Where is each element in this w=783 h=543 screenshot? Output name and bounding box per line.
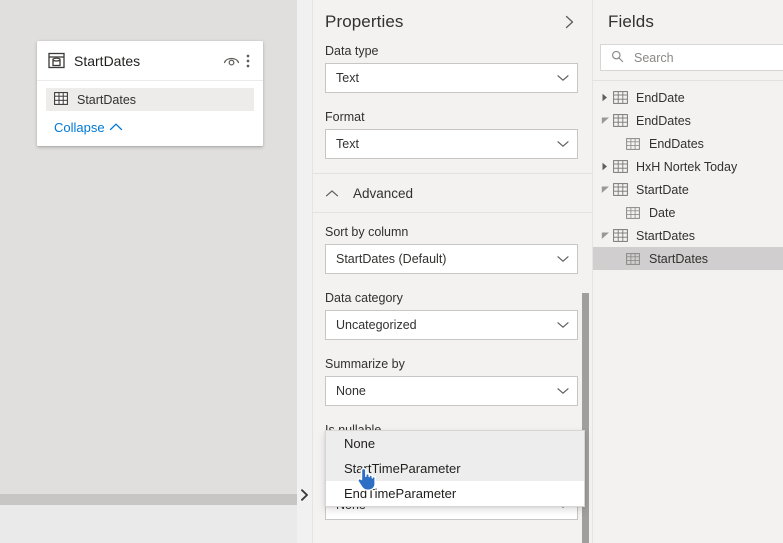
prop-label-data-type: Data type — [325, 44, 379, 58]
chevron-down-icon — [557, 321, 569, 329]
table-card-field-startdates[interactable]: StartDates — [46, 88, 254, 111]
prop-group-data-type: Data type Text — [313, 44, 592, 93]
table-card-field-label: StartDates — [77, 92, 137, 107]
table-card-body: StartDates Collapse — [37, 81, 263, 146]
search-placeholder: Search — [634, 50, 674, 65]
fields-pane: Fields Search EndDate EndDates EndDates … — [592, 0, 783, 543]
tree-row-label: Date — [649, 205, 676, 220]
model-canvas[interactable]: StartDates StartDates Collapse — [0, 0, 312, 543]
table-icon — [613, 183, 628, 196]
open-dropdown-list[interactable]: None StartTimeParameter EndTimeParameter — [325, 430, 585, 507]
search-input[interactable]: Search — [600, 44, 783, 71]
tree-row-label: HxH Nortek Today — [636, 159, 738, 174]
data-type-value: Text — [336, 71, 359, 85]
fields-search-wrap: Search — [593, 44, 783, 71]
tree-row-label: EndDates — [649, 136, 704, 151]
dropdown-option-endtimeparameter[interactable]: EndTimeParameter — [326, 481, 584, 506]
chevron-right-icon[interactable] — [560, 13, 578, 31]
chevron-down-icon[interactable] — [593, 185, 613, 194]
properties-title: Properties — [325, 12, 404, 31]
table-card-header: StartDates — [37, 41, 263, 81]
tree-row-label: StartDates — [649, 251, 709, 266]
table-icon — [613, 91, 628, 104]
more-options-icon[interactable] — [241, 51, 255, 71]
prop-group-sort-by-column: Sort by column StartDates (Default) — [313, 225, 592, 274]
grid-icon — [54, 91, 68, 108]
expand-pane-button[interactable] — [297, 487, 311, 503]
search-icon — [611, 50, 624, 66]
tree-row-label: EndDate — [636, 90, 685, 105]
hidden-eye-icon[interactable] — [221, 51, 241, 71]
prop-label-summarize-by: Summarize by — [325, 357, 405, 371]
tree-row-enddates[interactable]: EndDates — [593, 109, 783, 132]
table-icon — [613, 114, 628, 127]
table-card-title: StartDates — [74, 52, 141, 69]
chevron-down-icon[interactable] — [593, 231, 613, 240]
prop-group-summarize-by: Summarize by None — [313, 357, 592, 406]
chevron-right-icon[interactable] — [593, 162, 613, 171]
tree-row-enddate[interactable]: EndDate — [593, 86, 783, 109]
dropdown-option-none[interactable]: None — [326, 431, 584, 456]
collapse-label: Collapse — [54, 119, 105, 135]
prop-group-format: Format Text — [313, 110, 592, 159]
tree-row-enddates-column[interactable]: EndDates — [593, 132, 783, 155]
tree-row-startdates-column[interactable]: StartDates — [593, 247, 783, 270]
sort-by-column-dropdown[interactable]: StartDates (Default) — [325, 244, 578, 274]
dropdown-option-starttimeparameter[interactable]: StartTimeParameter — [326, 456, 584, 481]
format-dropdown[interactable]: Text — [325, 129, 578, 159]
prop-label-sort-by-column: Sort by column — [325, 225, 409, 239]
summarize-by-value: None — [336, 384, 366, 398]
fields-title: Fields — [608, 12, 654, 31]
column-icon — [626, 206, 640, 219]
properties-pane: Properties Data type Text Format Text Ad… — [312, 0, 592, 543]
table-icon — [613, 229, 628, 242]
tree-row-startdate[interactable]: StartDate — [593, 178, 783, 201]
advanced-label: Advanced — [353, 185, 414, 201]
table-card-startdates[interactable]: StartDates StartDates Collapse — [37, 41, 263, 146]
format-value: Text — [336, 137, 359, 151]
chevron-down-icon — [557, 74, 569, 82]
prop-label-format: Format — [325, 110, 365, 124]
chevron-down-icon — [557, 255, 569, 263]
fields-tree: EndDate EndDates EndDates HxH Nortek Tod… — [593, 81, 783, 270]
tree-row-date-column[interactable]: Date — [593, 201, 783, 224]
tree-row-hxh-nortek-today[interactable]: HxH Nortek Today — [593, 155, 783, 178]
chevron-down-icon — [557, 140, 569, 148]
tree-row-startdates[interactable]: StartDates — [593, 224, 783, 247]
chevron-down-icon[interactable] — [593, 116, 613, 125]
table-card-icon — [48, 52, 65, 69]
chevron-down-icon — [557, 387, 569, 395]
canvas-expand-column — [297, 0, 312, 543]
summarize-by-dropdown[interactable]: None — [325, 376, 578, 406]
chevron-up-icon — [325, 189, 339, 198]
data-type-dropdown[interactable]: Text — [325, 63, 578, 93]
tree-row-label: EndDates — [636, 113, 691, 128]
properties-header: Properties — [313, 0, 592, 44]
prop-group-data-category: Data category Uncategorized — [313, 291, 592, 340]
tree-row-label: StartDates — [636, 228, 696, 243]
canvas-bottom-strip — [0, 505, 297, 543]
data-category-dropdown[interactable]: Uncategorized — [325, 310, 578, 340]
advanced-section-toggle[interactable]: Advanced — [313, 174, 592, 212]
canvas-horizontal-scrollbar[interactable] — [0, 494, 297, 505]
table-icon — [613, 160, 628, 173]
column-icon — [626, 137, 640, 150]
chevron-up-icon — [109, 122, 123, 132]
column-icon — [626, 252, 640, 265]
prop-label-data-category: Data category — [325, 291, 403, 305]
collapse-button[interactable]: Collapse — [37, 114, 263, 140]
chevron-right-icon[interactable] — [593, 93, 613, 102]
fields-header: Fields — [593, 0, 783, 44]
sort-by-column-value: StartDates (Default) — [336, 252, 447, 266]
data-category-value: Uncategorized — [336, 318, 417, 332]
tree-row-label: StartDate — [636, 182, 689, 197]
power-bi-model-view: StartDates StartDates Collapse Propertie… — [0, 0, 783, 543]
